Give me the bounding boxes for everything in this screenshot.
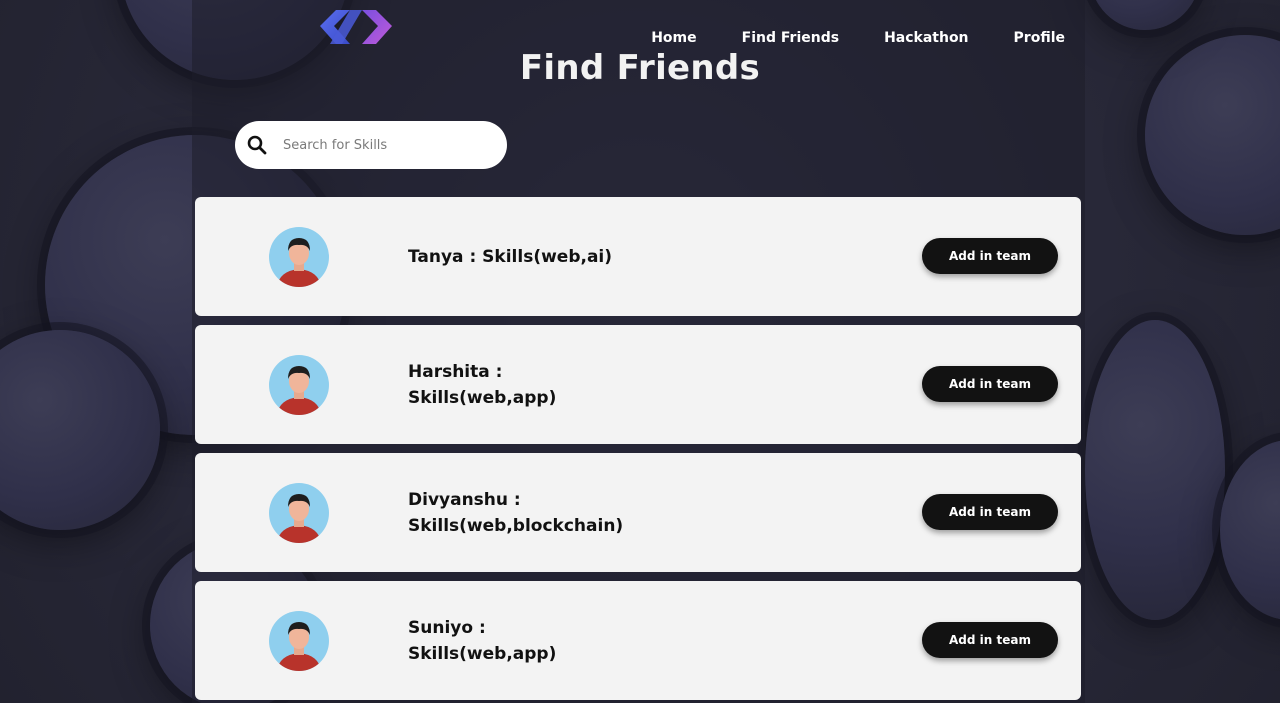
person-name-skills: Tanya : Skills(web,ai) [408, 246, 613, 267]
logo-icon[interactable] [318, 6, 394, 48]
list-item: Divyanshu : Skills(web,blockchain) Add i… [195, 453, 1081, 572]
nav-hackathon-link[interactable]: Hackathon [884, 30, 968, 46]
nav-home-link[interactable]: Home [651, 30, 696, 46]
add-in-team-button[interactable]: Add in team [922, 622, 1058, 658]
background-circle [1085, 320, 1225, 620]
list-item: Tanya : Skills(web,ai) Add in team [195, 197, 1081, 316]
search-bar[interactable] [235, 121, 507, 169]
person-name-skills: Suniyo : Skills(web,app) [408, 617, 557, 664]
avatar [269, 483, 329, 543]
nav-profile-link[interactable]: Profile [1014, 30, 1065, 46]
background-circle [1220, 440, 1280, 620]
person-name-skills: Harshita : Skills(web,app) [408, 361, 557, 408]
background-circle [1090, 0, 1200, 30]
avatar [269, 227, 329, 287]
add-in-team-button[interactable]: Add in team [922, 238, 1058, 274]
main-nav: Home Find Friends Hackathon Profile [651, 30, 1065, 46]
add-in-team-button[interactable]: Add in team [922, 366, 1058, 402]
person-name-skills: Divyanshu : Skills(web,blockchain) [408, 489, 624, 536]
list-item: Suniyo : Skills(web,app) Add in team [195, 581, 1081, 700]
search-icon[interactable] [247, 135, 267, 155]
avatar [269, 611, 329, 671]
avatar [269, 355, 329, 415]
page-title: Find Friends [519, 48, 761, 88]
nav-find-friends-link[interactable]: Find Friends [742, 30, 839, 46]
friends-list: Tanya : Skills(web,ai) Add in team Harsh… [195, 197, 1081, 703]
add-in-team-button[interactable]: Add in team [922, 494, 1058, 530]
list-item: Harshita : Skills(web,app) Add in team [195, 325, 1081, 444]
search-input[interactable] [281, 136, 485, 154]
